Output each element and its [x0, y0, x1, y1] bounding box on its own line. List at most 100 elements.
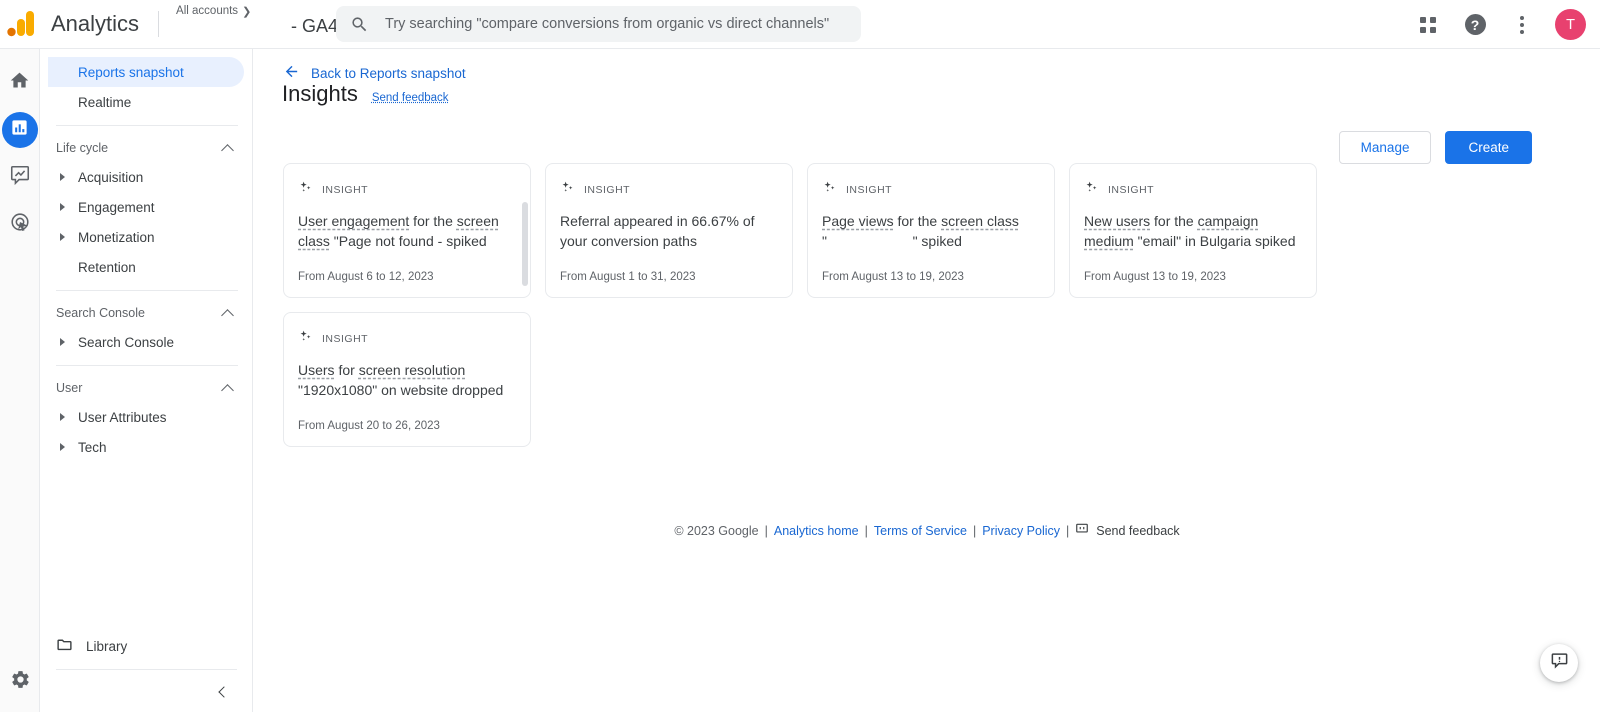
top-bar-actions: ? T	[1414, 0, 1586, 49]
property-name-label: - GA4	[291, 15, 339, 36]
sparkle-icon	[298, 180, 313, 200]
sparkle-icon	[822, 180, 837, 200]
back-link-label: Back to Reports snapshot	[311, 65, 466, 81]
sidebar-item-retention[interactable]: Retention	[48, 252, 244, 282]
sidebar-item-label: Retention	[78, 259, 136, 275]
sidebar-item-reports-snapshot[interactable]: Reports snapshot	[48, 57, 244, 87]
insight-card[interactable]: INSIGHT Users for screen resolution "1920…	[283, 312, 531, 447]
feedback-icon	[1075, 522, 1089, 539]
send-feedback-link[interactable]: Send feedback	[372, 92, 449, 104]
sidebar-item-monetization[interactable]: Monetization	[48, 222, 244, 252]
sidebar-item-acquisition[interactable]: Acquisition	[48, 162, 244, 192]
google-analytics-logo	[2, 11, 42, 37]
sidebar-item-search-console[interactable]: Search Console	[48, 327, 244, 357]
expand-arrow-icon	[60, 173, 65, 181]
chevron-up-icon	[221, 383, 234, 397]
chevron-right-icon: ❯	[242, 5, 252, 18]
insight-dimension-link[interactable]: New users	[1084, 213, 1150, 229]
search-input[interactable]	[383, 15, 847, 33]
all-accounts-breadcrumb[interactable]: All accounts ❯	[176, 5, 251, 18]
sidebar-item-label: Realtime	[78, 94, 132, 110]
footer-link-terms-of-service[interactable]: Terms of Service	[874, 524, 967, 538]
insight-dimension-link[interactable]: screen class	[941, 213, 1019, 229]
insight-card-date-range: From August 20 to 26, 2023	[298, 420, 440, 432]
folder-icon	[56, 636, 73, 656]
footer-link-analytics-home[interactable]: Analytics home	[774, 524, 859, 538]
footer-separator: |	[1066, 523, 1070, 538]
footer-send-feedback-button[interactable]: Send feedback	[1075, 522, 1180, 539]
sidebar-item-engagement[interactable]: Engagement	[48, 192, 244, 222]
page-header: Insights Send feedback	[282, 81, 449, 107]
insight-dimension-link[interactable]: Users	[298, 362, 335, 378]
collapse-navigation-button[interactable]	[210, 680, 234, 704]
chevron-up-icon	[221, 308, 234, 322]
insight-card-scrollbar[interactable]	[522, 202, 528, 286]
left-navigation-sidebar: Reports snapshot Realtime Life cycle Acq…	[40, 49, 253, 712]
more-vert-icon[interactable]	[1508, 11, 1536, 39]
help-icon[interactable]: ?	[1461, 11, 1489, 39]
sidebar-item-tech[interactable]: Tech	[48, 432, 244, 462]
insight-card-text: User engagement for the screen class "Pa…	[298, 212, 516, 251]
insight-card-header: INSIGHT	[822, 180, 1040, 200]
brand-title: Analytics	[51, 11, 140, 36]
insight-card[interactable]: INSIGHT User engagement for the screen cl…	[283, 163, 531, 298]
sidebar-item-library[interactable]: Library	[40, 630, 252, 662]
insight-card-text: Page views for the screen class " " spik…	[822, 212, 1040, 251]
footer-separator: |	[972, 523, 977, 538]
insight-dimension-link[interactable]: screen resolution	[359, 362, 466, 378]
sidebar-group-life-cycle[interactable]: Life cycle	[40, 134, 252, 162]
insight-card-kicker: INSIGHT	[846, 184, 893, 196]
insight-card[interactable]: INSIGHT Page views for the screen class "…	[807, 163, 1055, 298]
create-button[interactable]: Create	[1445, 131, 1532, 164]
search-bar[interactable]	[336, 6, 861, 42]
sidebar-group-label: User	[56, 381, 83, 395]
insight-text-segment: "Page not found -	[329, 232, 447, 249]
apps-grid-icon[interactable]	[1414, 11, 1442, 39]
insight-card-date-range: From August 13 to 19, 2023	[1084, 271, 1226, 283]
sparkle-icon	[298, 329, 313, 349]
insight-card-date-range: From August 1 to 31, 2023	[560, 271, 696, 283]
feedback-icon	[1550, 651, 1569, 675]
sidebar-item-label: Monetization	[78, 229, 155, 245]
insight-text-segment: for the	[409, 213, 457, 229]
insight-card-text: Users for screen resolution "1920x1080" …	[298, 361, 516, 400]
reports-icon	[10, 118, 29, 142]
arrow-left-icon	[283, 63, 300, 83]
rail-item-home[interactable]	[2, 65, 38, 101]
sidebar-group-search-console[interactable]: Search Console	[40, 299, 252, 327]
insight-card[interactable]: INSIGHT Referral appeared in 66.67% of yo…	[545, 163, 793, 298]
rail-item-advertising[interactable]	[2, 206, 38, 242]
rail-item-admin[interactable]	[2, 664, 38, 700]
search-icon	[350, 15, 369, 34]
insight-card-header: INSIGHT	[298, 180, 516, 200]
floating-feedback-button[interactable]	[1540, 644, 1578, 682]
insight-card[interactable]: INSIGHT New users for the campaign medium…	[1069, 163, 1317, 298]
insight-card-grid: INSIGHT User engagement for the screen cl…	[283, 163, 1358, 447]
back-to-reports-snapshot-link[interactable]: Back to Reports snapshot	[283, 63, 466, 83]
insight-text-segment: " spiked	[912, 232, 962, 249]
sidebar-divider	[56, 365, 238, 366]
footer-separator: |	[864, 523, 868, 538]
chevron-up-icon	[221, 143, 234, 157]
sparkle-icon	[1084, 180, 1099, 200]
manage-button[interactable]: Manage	[1338, 131, 1432, 164]
footer-separator: |	[764, 523, 768, 538]
help-glyph: ?	[1464, 14, 1486, 35]
insight-card-header: INSIGHT	[560, 180, 778, 200]
insight-dimension-link[interactable]: User engagement	[298, 213, 409, 229]
sidebar-item-realtime[interactable]: Realtime	[48, 87, 244, 117]
sidebar-item-label: Library	[86, 638, 128, 654]
home-icon	[9, 70, 30, 96]
sidebar-item-user-attributes[interactable]: User Attributes	[48, 402, 244, 432]
sidebar-divider	[56, 125, 238, 126]
expand-arrow-icon	[60, 338, 65, 346]
avatar[interactable]: T	[1555, 9, 1586, 40]
rail-item-explore[interactable]	[2, 159, 38, 195]
sidebar-group-label: Life cycle	[56, 141, 109, 155]
footer-link-privacy-policy[interactable]: Privacy Policy	[982, 524, 1060, 538]
copyright-label: © 2023 Google	[674, 523, 759, 538]
insight-card-date-range: From August 13 to 19, 2023	[822, 271, 964, 283]
rail-item-reports[interactable]	[1, 112, 38, 148]
insight-dimension-link[interactable]: Page views	[822, 213, 894, 229]
sidebar-group-user[interactable]: User	[40, 374, 252, 402]
